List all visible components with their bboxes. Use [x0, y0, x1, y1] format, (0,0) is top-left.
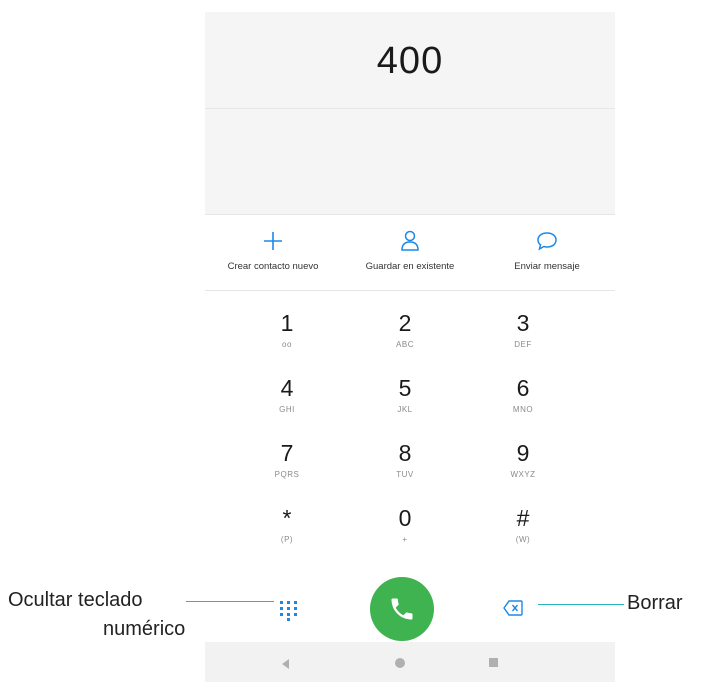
- suggestions-area: [205, 109, 615, 215]
- key-letters: (P): [280, 535, 294, 544]
- key-6[interactable]: 6 MNO: [473, 375, 573, 431]
- navigation-bar: [205, 642, 615, 682]
- callout-hide-keypad-line2: numérico: [103, 618, 186, 640]
- key-2[interactable]: 2 ABC: [355, 310, 455, 366]
- key-7[interactable]: 7 PQRS: [237, 440, 337, 496]
- key-letters: ABC: [396, 340, 414, 349]
- key-0[interactable]: 0 +: [355, 505, 455, 561]
- key-letters: TUV: [396, 470, 414, 479]
- key-letters: WXYZ: [510, 470, 536, 479]
- key-digit: 9: [516, 440, 530, 466]
- save-existing-button[interactable]: Guardar en existente: [342, 227, 478, 272]
- back-icon[interactable]: [282, 659, 289, 669]
- callout-line-left: [186, 601, 274, 602]
- key-digit: 6: [516, 375, 530, 401]
- plus-icon: [205, 227, 341, 255]
- key-digit: 2: [398, 310, 412, 336]
- key-digit: 8: [398, 440, 412, 466]
- key-letters: MNO: [512, 405, 534, 414]
- dialed-number: 400: [376, 40, 444, 82]
- key-digit: *: [282, 505, 292, 531]
- recents-icon[interactable]: [489, 658, 498, 667]
- key-digit: 1: [280, 310, 294, 336]
- key-letters: +: [402, 535, 408, 544]
- key-letters: GHI: [279, 405, 295, 414]
- person-icon: [342, 227, 478, 255]
- key-digit: #: [516, 505, 530, 531]
- message-bubble-icon: [479, 227, 615, 255]
- callout-line-right: [538, 604, 624, 605]
- voicemail-icon: oo: [282, 340, 292, 349]
- key-digit: 4: [280, 375, 294, 401]
- call-button[interactable]: [370, 577, 434, 641]
- key-letters: PQRS: [274, 470, 300, 479]
- key-letters: DEF: [514, 340, 532, 349]
- key-3[interactable]: 3 DEF: [473, 310, 573, 366]
- key-digit: 7: [280, 440, 294, 466]
- dialer-screen: 400 Crear contacto nuevo Guardar en exis…: [205, 12, 615, 682]
- callout-delete: Borrar: [627, 592, 683, 614]
- number-display: 400: [205, 12, 615, 109]
- key-hash[interactable]: # (W): [473, 505, 573, 561]
- key-digit: 3: [516, 310, 530, 336]
- callout-hide-keypad-line1: Ocultar teclado: [8, 589, 143, 611]
- create-contact-label: Crear contacto nuevo: [227, 261, 319, 272]
- backspace-icon[interactable]: [503, 600, 523, 616]
- save-existing-label: Guardar en existente: [365, 261, 455, 272]
- action-bar: Crear contacto nuevo Guardar en existent…: [205, 215, 615, 291]
- key-digit: 0: [398, 505, 412, 531]
- key-digit: 5: [398, 375, 412, 401]
- dialpad-icon[interactable]: [278, 599, 300, 621]
- phone-icon: [391, 598, 413, 620]
- key-9[interactable]: 9 WXYZ: [473, 440, 573, 496]
- key-1[interactable]: 1 oo: [237, 310, 337, 366]
- key-8[interactable]: 8 TUV: [355, 440, 455, 496]
- send-message-button[interactable]: Enviar mensaje: [479, 227, 615, 272]
- key-5[interactable]: 5 JKL: [355, 375, 455, 431]
- create-contact-button[interactable]: Crear contacto nuevo: [205, 227, 341, 272]
- key-4[interactable]: 4 GHI: [237, 375, 337, 431]
- key-letters: (W): [515, 535, 531, 544]
- key-letters: JKL: [397, 405, 413, 414]
- key-star[interactable]: * (P): [237, 505, 337, 561]
- dialer-bottom-row: [205, 567, 615, 641]
- send-message-label: Enviar mensaje: [514, 261, 580, 272]
- home-icon[interactable]: [395, 658, 405, 668]
